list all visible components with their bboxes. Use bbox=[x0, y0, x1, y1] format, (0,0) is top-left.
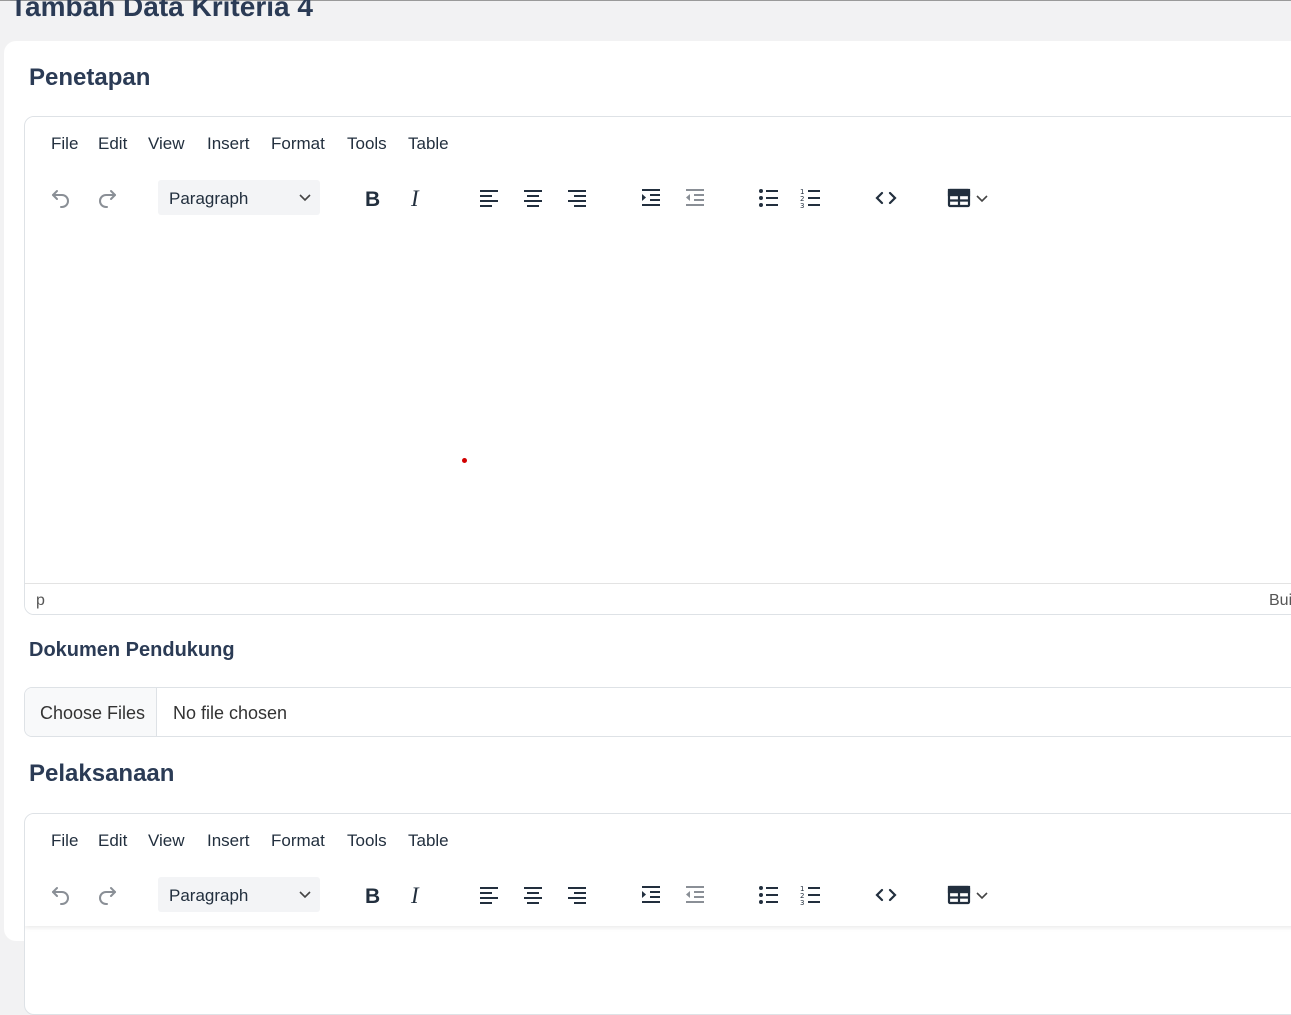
dokumen-file-input[interactable]: Choose Files No file chosen bbox=[24, 687, 1291, 737]
pelaksanaan-title: Pelaksanaan bbox=[29, 760, 175, 787]
file-status-text: No file chosen bbox=[173, 703, 288, 723]
align-left-icon bbox=[480, 887, 498, 904]
chevron-down-icon bbox=[976, 195, 988, 203]
outdent-button[interactable] bbox=[678, 878, 712, 912]
chevron-down-icon bbox=[299, 194, 311, 202]
align-left-button[interactable] bbox=[472, 181, 506, 215]
outdent-icon bbox=[686, 189, 704, 206]
align-center-icon bbox=[524, 887, 542, 904]
undo-icon bbox=[52, 887, 69, 905]
indent-button[interactable] bbox=[634, 878, 668, 912]
menu-file[interactable]: File bbox=[51, 831, 78, 851]
indent-icon bbox=[642, 189, 660, 206]
table-icon bbox=[947, 188, 971, 208]
align-left-button[interactable] bbox=[472, 878, 506, 912]
page-title: Tambah Data Kriteria 4 bbox=[10, 0, 313, 22]
cursor-marker bbox=[462, 458, 467, 463]
pelaksanaan-editor: File Edit View Insert Format Tools Table… bbox=[24, 813, 1291, 1015]
menu-tools[interactable]: Tools bbox=[347, 831, 387, 851]
align-center-button[interactable] bbox=[516, 878, 550, 912]
dokumen-pendukung-label: Dokumen Pendukung bbox=[29, 639, 235, 661]
numbered-list-icon: 123 bbox=[800, 188, 820, 210]
indent-icon bbox=[642, 886, 660, 903]
table-icon bbox=[947, 885, 971, 905]
block-format-select[interactable]: Paragraph bbox=[158, 877, 320, 912]
editor-statusbar: p Bui bbox=[25, 583, 1291, 614]
align-right-icon bbox=[568, 887, 586, 904]
numbered-list-icon: 123 bbox=[800, 885, 820, 907]
undo-button[interactable] bbox=[44, 181, 78, 215]
menu-file[interactable]: File bbox=[51, 134, 78, 154]
block-format-label: Paragraph bbox=[169, 189, 249, 208]
italic-icon: I bbox=[410, 186, 420, 210]
menu-insert[interactable]: Insert bbox=[207, 134, 250, 154]
svg-text:B: B bbox=[365, 885, 380, 907]
align-right-button[interactable] bbox=[560, 878, 594, 912]
align-center-button[interactable] bbox=[516, 181, 550, 215]
bullet-list-icon bbox=[759, 886, 778, 904]
penetapan-title: Penetapan bbox=[29, 64, 151, 91]
code-icon bbox=[875, 191, 897, 205]
align-right-button[interactable] bbox=[560, 181, 594, 215]
menu-table[interactable]: Table bbox=[408, 134, 449, 154]
menu-edit[interactable]: Edit bbox=[98, 831, 127, 851]
chevron-down-icon bbox=[299, 891, 311, 899]
redo-icon bbox=[99, 190, 116, 208]
table-button[interactable] bbox=[943, 181, 993, 215]
bullet-list-icon bbox=[759, 189, 778, 207]
chevron-down-icon bbox=[976, 892, 988, 900]
bullet-list-button[interactable] bbox=[752, 878, 786, 912]
source-code-button[interactable] bbox=[869, 181, 903, 215]
redo-button[interactable] bbox=[90, 878, 124, 912]
indent-button[interactable] bbox=[634, 181, 668, 215]
menu-view[interactable]: View bbox=[148, 134, 185, 154]
svg-text:B: B bbox=[365, 188, 380, 210]
menu-table[interactable]: Table bbox=[408, 831, 449, 851]
table-button[interactable] bbox=[943, 878, 993, 912]
undo-button[interactable] bbox=[44, 878, 78, 912]
block-format-select[interactable]: Paragraph bbox=[158, 180, 320, 215]
bold-button[interactable]: B bbox=[356, 878, 390, 912]
outdent-button[interactable] bbox=[678, 181, 712, 215]
align-right-icon bbox=[568, 190, 586, 207]
outdent-icon bbox=[686, 886, 704, 903]
redo-icon bbox=[99, 887, 116, 905]
italic-icon: I bbox=[410, 883, 420, 907]
menu-insert[interactable]: Insert bbox=[207, 831, 250, 851]
align-left-icon bbox=[480, 190, 498, 207]
menu-format[interactable]: Format bbox=[271, 831, 325, 851]
menu-format[interactable]: Format bbox=[271, 134, 325, 154]
bullet-list-button[interactable] bbox=[752, 181, 786, 215]
numbered-list-button[interactable]: 123 bbox=[794, 878, 828, 912]
element-path: p bbox=[36, 592, 45, 609]
source-code-button[interactable] bbox=[869, 878, 903, 912]
menu-view[interactable]: View bbox=[148, 831, 185, 851]
bold-icon: B bbox=[365, 885, 380, 907]
choose-files-label: Choose Files bbox=[40, 703, 146, 723]
svg-text:I: I bbox=[410, 186, 420, 210]
choose-files-button[interactable]: Choose Files bbox=[25, 688, 157, 736]
undo-icon bbox=[52, 190, 69, 208]
block-format-label: Paragraph bbox=[169, 886, 249, 905]
numbered-list-button[interactable]: 123 bbox=[794, 181, 828, 215]
italic-button[interactable]: I bbox=[400, 181, 434, 215]
italic-button[interactable]: I bbox=[400, 878, 434, 912]
svg-text:3: 3 bbox=[800, 202, 804, 210]
editor-header: File Edit View Insert Format Tools Table… bbox=[25, 814, 1291, 926]
align-center-icon bbox=[524, 190, 542, 207]
redo-button[interactable] bbox=[90, 181, 124, 215]
editor-branding[interactable]: Bui bbox=[1269, 592, 1291, 610]
penetapan-editor: File Edit View Insert Format Tools Table… bbox=[24, 116, 1291, 615]
bold-button[interactable]: B bbox=[356, 181, 390, 215]
svg-text:3: 3 bbox=[800, 899, 804, 907]
code-icon bbox=[875, 888, 897, 902]
editor-content-area[interactable] bbox=[25, 229, 1291, 583]
editor-header: File Edit View Insert Format Tools Table… bbox=[25, 117, 1291, 229]
menu-edit[interactable]: Edit bbox=[98, 134, 127, 154]
bold-icon: B bbox=[365, 188, 380, 210]
svg-text:I: I bbox=[410, 883, 420, 907]
menu-tools[interactable]: Tools bbox=[347, 134, 387, 154]
